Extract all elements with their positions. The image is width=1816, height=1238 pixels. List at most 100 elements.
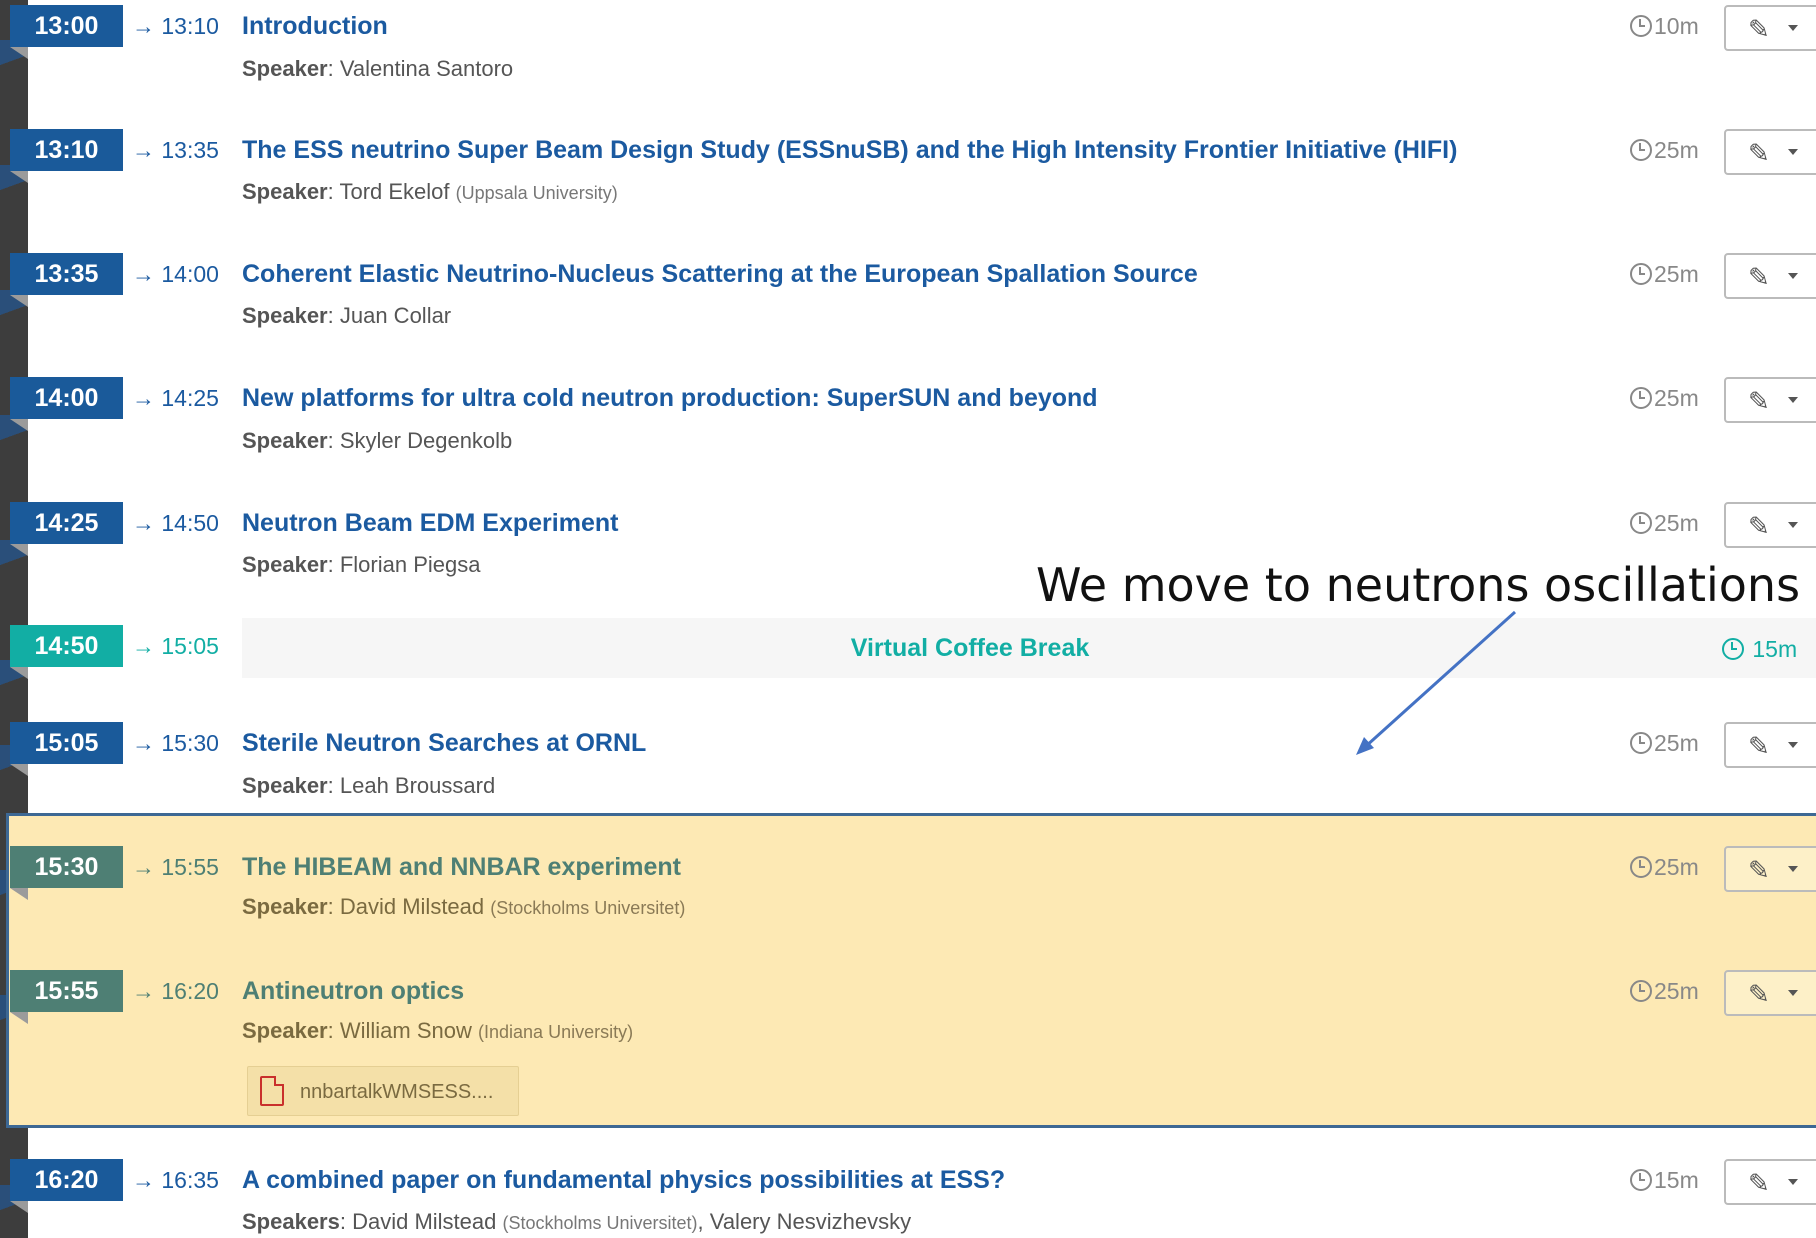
start-time-badge: 15:55 <box>10 970 123 1024</box>
pencil-icon: ✎ <box>1748 262 1770 292</box>
contribution-title-link[interactable]: Introduction <box>242 5 388 47</box>
speaker-name[interactable]: Leah Broussard <box>340 773 495 798</box>
contribution-title-link[interactable]: A combined paper on fundamental physics … <box>242 1159 1005 1201</box>
pencil-icon: ✎ <box>1748 14 1770 44</box>
duration: 25m <box>1630 722 1699 764</box>
caret-down-icon <box>1788 522 1798 528</box>
pencil-icon: ✎ <box>1748 138 1770 168</box>
speaker-name[interactable]: Valery Nesvizhevsky <box>710 1209 911 1234</box>
caret-down-icon <box>1788 742 1798 748</box>
speaker-line: Speaker: David Milstead (Stockholms Univ… <box>242 894 686 919</box>
speaker-label: Speaker <box>242 773 328 798</box>
duration-value: 25m <box>1654 261 1699 287</box>
edit-dropdown-button[interactable]: ✎ <box>1724 129 1816 175</box>
attachment-filename: nnbartalkWMSESS.... <box>300 1081 494 1103</box>
speaker-name[interactable]: Tord Ekelof <box>339 179 449 204</box>
start-time-badge: 16:20 <box>10 1159 123 1213</box>
duration: 10m <box>1630 5 1699 47</box>
edit-dropdown-button[interactable]: ✎ <box>1724 722 1816 768</box>
start-time-badge: 13:35 <box>10 253 123 307</box>
edit-dropdown-button[interactable]: ✎ <box>1724 377 1816 423</box>
speaker-name[interactable]: Valentina Santoro <box>340 56 513 81</box>
end-time: → 15:55 <box>132 854 219 880</box>
contribution-title-link[interactable]: Neutron Beam EDM Experiment <box>242 502 618 544</box>
speaker-label: Speakers <box>242 1209 340 1234</box>
break-end-time: → 15:05 <box>132 633 219 659</box>
contribution-title-link[interactable]: Sterile Neutron Searches at ORNL <box>242 722 646 764</box>
pencil-icon: ✎ <box>1748 979 1770 1009</box>
duration: 25m <box>1630 846 1699 888</box>
speaker-name[interactable]: David Milstead <box>352 1209 496 1234</box>
duration: 25m <box>1630 377 1699 419</box>
caret-down-icon <box>1788 866 1798 872</box>
speaker-label: Speaker <box>242 894 328 919</box>
contribution-title-link[interactable]: Coherent Elastic Neutrino-Nucleus Scatte… <box>242 253 1198 295</box>
speaker-label: Speaker <box>242 552 328 577</box>
speaker-line: Speaker: Skyler Degenkolb <box>242 428 513 453</box>
speaker-name[interactable]: Skyler Degenkolb <box>340 428 512 453</box>
edit-dropdown-button[interactable]: ✎ <box>1724 970 1816 1016</box>
speaker-label: Speaker <box>242 303 328 328</box>
speaker-label: Speaker <box>242 179 328 204</box>
start-time-badge: 14:00 <box>10 377 123 431</box>
speaker-affiliation: (Stockholms Universitet) <box>490 898 686 918</box>
edit-dropdown-button[interactable]: ✎ <box>1724 846 1816 892</box>
start-time-badge: 15:30 <box>10 846 123 900</box>
duration-value: 15m <box>1752 636 1798 662</box>
contribution-title-link[interactable]: The ESS neutrino Super Beam Design Study… <box>242 129 1457 171</box>
edit-dropdown-button[interactable]: ✎ <box>1724 502 1816 548</box>
attachment-button[interactable]: nnbartalkWMSESS.... <box>247 1066 519 1116</box>
duration: 15m <box>1630 1159 1699 1201</box>
duration-value: 25m <box>1654 385 1699 411</box>
speaker-name[interactable]: William Snow <box>340 1018 472 1043</box>
speaker-name[interactable]: Florian Piegsa <box>340 552 481 577</box>
start-time-badge: 13:10 <box>10 129 123 183</box>
break-title: Virtual Coffee Break <box>850 634 1090 662</box>
edit-dropdown-button[interactable]: ✎ <box>1724 253 1816 299</box>
speaker-label: Speaker <box>242 428 328 453</box>
speaker-affiliation: (Uppsala University) <box>455 183 618 203</box>
clock-icon <box>1630 856 1652 878</box>
break-start-time-badge: 14:50 <box>10 625 123 679</box>
end-time: → 14:25 <box>132 385 219 411</box>
speaker-line: Speaker: Valentina Santoro <box>242 56 514 81</box>
contribution-title-link[interactable]: New platforms for ultra cold neutron pro… <box>242 377 1098 419</box>
duration-value: 25m <box>1654 137 1699 163</box>
clock-icon <box>1630 15 1652 37</box>
speaker-label: Speaker <box>242 56 328 81</box>
duration: 25m <box>1630 502 1699 544</box>
break-duration: 15m <box>1722 618 1797 680</box>
contribution-title-link[interactable]: The HIBEAM and NNBAR experiment <box>242 846 681 888</box>
duration-value: 25m <box>1654 510 1699 536</box>
start-time-badge: 14:25 <box>10 502 123 556</box>
speaker-name[interactable]: Juan Collar <box>340 303 451 328</box>
pencil-icon: ✎ <box>1748 855 1770 885</box>
speaker-label: Speaker <box>242 1018 328 1043</box>
pencil-icon: ✎ <box>1748 511 1770 541</box>
speaker-line: Speaker: Florian Piegsa <box>242 552 481 577</box>
clock-icon <box>1630 387 1652 409</box>
speaker-line: Speaker: William Snow (Indiana Universit… <box>242 1018 634 1043</box>
start-time-badge: 13:00 <box>10 5 123 59</box>
caret-down-icon <box>1788 25 1798 31</box>
edit-dropdown-button[interactable]: ✎ <box>1724 5 1816 51</box>
pencil-icon: ✎ <box>1748 731 1770 761</box>
clock-icon <box>1630 263 1652 285</box>
caret-down-icon <box>1788 397 1798 403</box>
edit-dropdown-button[interactable]: ✎ <box>1724 1159 1816 1205</box>
caret-down-icon <box>1788 990 1798 996</box>
start-time-badge: 15:05 <box>10 722 123 776</box>
contribution-title-link[interactable]: Antineutron optics <box>242 970 464 1012</box>
end-time: → 14:00 <box>132 261 219 287</box>
speaker-name[interactable]: David Milstead <box>340 894 484 919</box>
pencil-icon: ✎ <box>1748 386 1770 416</box>
duration-value: 25m <box>1654 978 1699 1004</box>
speaker-affiliation: (Indiana University) <box>478 1022 634 1042</box>
speaker-line: Speaker: Tord Ekelof (Uppsala University… <box>242 179 618 204</box>
coffee-break-block[interactable]: Virtual Coffee Break 15m <box>242 618 1816 678</box>
clock-icon <box>1630 732 1652 754</box>
end-time: → 16:20 <box>132 978 219 1004</box>
duration-value: 10m <box>1654 13 1699 39</box>
end-time: → 16:35 <box>132 1167 219 1193</box>
clock-icon <box>1722 638 1744 660</box>
